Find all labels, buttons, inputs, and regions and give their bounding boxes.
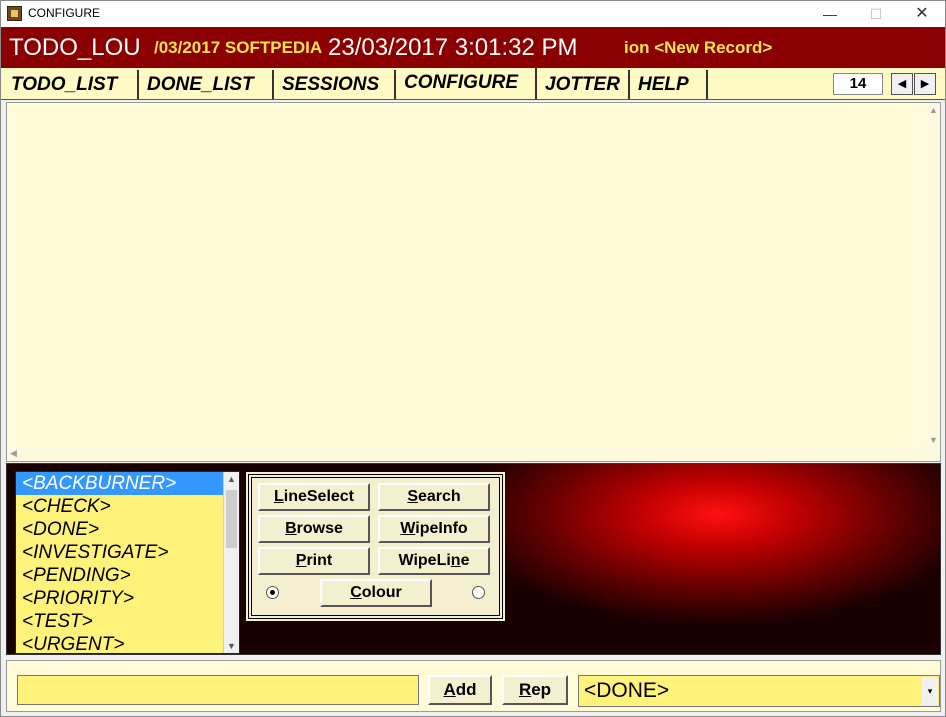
current-datetime: 23/03/2017 3:01:32 PM [328, 34, 578, 61]
tab-help[interactable]: HELP [630, 70, 708, 99]
app-window: CONFIGURE — ☐ ✕ TODO_LOU /03/2017 SOFTPE… [0, 0, 946, 717]
content-vertical-scrollbar[interactable]: ▲ ▼ [926, 103, 940, 461]
category-item[interactable]: <PRIORITY> [16, 587, 239, 610]
entry-footer: Add Rep <DONE> ▾ [6, 660, 941, 712]
configure-panel: <BACKBURNER> <CHECK> <DONE> <INVESTIGATE… [6, 463, 941, 655]
scroll-down-icon: ▼ [929, 435, 938, 445]
rep-button[interactable]: Rep [502, 675, 568, 705]
category-item[interactable]: <URGENT> [16, 633, 239, 653]
status-header: TODO_LOU /03/2017 SOFTPEDIA 23/03/2017 3… [1, 27, 945, 68]
scroll-up-icon: ▲ [227, 474, 236, 484]
action-button-panel: LineSelect Search Browse WipeInfo Print … [246, 472, 505, 621]
print-button[interactable]: Print [258, 547, 370, 575]
content-area[interactable]: ▲ ▼ ◀ [6, 102, 941, 462]
category-item[interactable]: <TEST> [16, 610, 239, 633]
tab-done-list[interactable]: DONE_LIST [139, 70, 274, 99]
category-scrollbar[interactable]: ▲ ▼ [223, 472, 239, 653]
browse-button[interactable]: Browse [258, 515, 370, 543]
prev-tab-button[interactable]: ◀ [891, 73, 913, 95]
category-item[interactable]: <BACKBURNER> [16, 472, 239, 495]
tab-todo-list[interactable]: TODO_LIST [3, 70, 139, 99]
tab-jotter[interactable]: JOTTER [537, 70, 630, 99]
category-listbox[interactable]: <BACKBURNER> <CHECK> <DONE> <INVESTIGATE… [15, 471, 240, 654]
title-bar: CONFIGURE — ☐ ✕ [1, 1, 945, 27]
record-status: ion <New Record> [624, 38, 773, 57]
tab-sessions[interactable]: SESSIONS [274, 70, 396, 99]
category-item[interactable]: <DONE> [16, 518, 239, 541]
chevron-down-icon[interactable]: ▾ [922, 677, 938, 705]
colour-button[interactable]: Colour [320, 579, 432, 607]
scroll-thumb[interactable] [226, 490, 237, 548]
window-title: CONFIGURE [28, 6, 100, 20]
colour-radio-left[interactable] [266, 586, 279, 599]
wipeline-button[interactable]: WipeLine [378, 547, 490, 575]
maximize-button[interactable]: ☐ [853, 1, 899, 27]
content-horizontal-scrollbar[interactable]: ◀ [7, 447, 928, 461]
header-ticker: /03/2017 SOFTPEDIA [154, 38, 323, 57]
scroll-down-icon: ▼ [227, 641, 236, 651]
category-item[interactable]: <CHECK> [16, 495, 239, 518]
app-icon [7, 6, 22, 21]
colour-radio-right[interactable] [472, 586, 485, 599]
minimize-button[interactable]: — [807, 1, 853, 27]
tab-configure[interactable]: CONFIGURE [396, 68, 537, 99]
wipeinfo-button[interactable]: WipeInfo [378, 515, 490, 543]
tab-bar: TODO_LIST DONE_LIST SESSIONS CONFIGURE J… [1, 68, 945, 100]
category-item[interactable]: <PENDING> [16, 564, 239, 587]
search-button[interactable]: Search [378, 483, 490, 511]
add-button[interactable]: Add [428, 675, 492, 705]
user-name: TODO_LOU [9, 34, 141, 61]
lineselect-button[interactable]: LineSelect [258, 483, 370, 511]
page-count: 14 [833, 73, 883, 95]
new-item-input[interactable] [17, 675, 419, 705]
status-combo-value: <DONE> [584, 679, 670, 702]
next-tab-button[interactable]: ▶ [914, 73, 936, 95]
category-item[interactable]: <INVESTIGATE> [16, 541, 239, 564]
status-combo[interactable]: <DONE> ▾ [578, 675, 940, 707]
scroll-up-icon: ▲ [929, 105, 938, 115]
close-button[interactable]: ✕ [899, 1, 945, 27]
scroll-left-icon: ◀ [10, 448, 17, 458]
